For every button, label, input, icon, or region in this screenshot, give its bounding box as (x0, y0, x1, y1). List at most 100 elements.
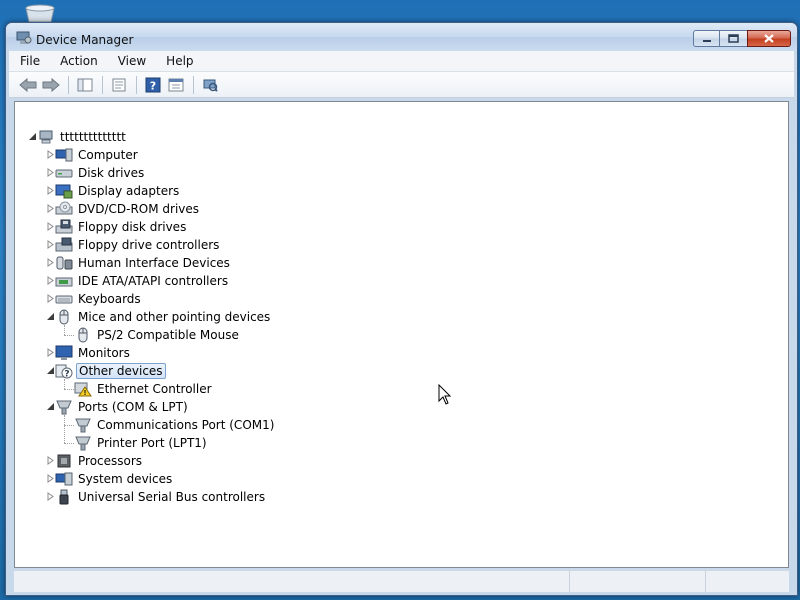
close-button[interactable] (747, 30, 791, 47)
floppy-controller-icon (55, 237, 73, 253)
dvd-drive-icon (55, 201, 73, 217)
close-icon (764, 34, 774, 43)
tree-node-other-devices[interactable]: ? Other devices (55, 362, 166, 380)
expand-arrow-icon[interactable] (46, 240, 55, 249)
tree-node-system-devices[interactable]: System devices (55, 470, 174, 488)
disk-drive-icon (55, 165, 73, 181)
tree-node-mice-and-other-pointing-devices[interactable]: Mice and other pointing devices (55, 308, 272, 326)
tree-node-printer-port-lpt1[interactable]: Printer Port (LPT1) (74, 434, 209, 452)
tree-node-label: System devices (78, 472, 173, 486)
collapse-arrow-icon[interactable] (46, 366, 55, 375)
tree-node-keyboards[interactable]: Keyboards (55, 290, 143, 308)
minimize-button[interactable] (693, 30, 719, 47)
expand-arrow-icon[interactable] (46, 294, 55, 303)
back-button[interactable] (17, 75, 39, 95)
back-arrow-icon (19, 77, 37, 92)
tree-node-dvd-cd-rom-drives[interactable]: DVD/CD-ROM drives (55, 200, 201, 218)
expand-arrow-icon[interactable] (46, 186, 55, 195)
port-icon (55, 399, 73, 415)
status-bar-pane (14, 571, 570, 592)
device-manager-window: Device Manager File Action View Help ? t… (5, 22, 798, 596)
maximize-icon (728, 34, 739, 43)
expand-arrow-icon[interactable] (46, 456, 55, 465)
show-hide-tree-icon (77, 78, 93, 91)
tree-node-label: IDE ATA/ATAPI controllers (78, 274, 229, 288)
recycle-bin-icon[interactable] (22, 0, 58, 23)
status-bar-pane (706, 571, 789, 592)
device-manager-icon (16, 31, 32, 45)
show-hide-tree-button[interactable] (74, 75, 96, 95)
tree-node-human-interface-devices[interactable]: Human Interface Devices (55, 254, 232, 272)
menu-bar: File Action View Help (9, 51, 794, 72)
help-button[interactable]: ? (142, 75, 164, 95)
tree-node-label: Mice and other pointing devices (78, 310, 271, 324)
tree-connector (64, 415, 65, 443)
collapse-arrow-icon[interactable] (46, 402, 55, 411)
device-tree-panel[interactable]: tttttttttttttt Computer Disk drives Display… (14, 101, 789, 568)
tree-node-label: Other devices (76, 363, 166, 379)
tree-node-label: Ports (COM & LPT) (78, 400, 188, 414)
tree-node-label: Computer (78, 148, 138, 162)
tree-connector (64, 425, 74, 426)
tree-node-disk-drives[interactable]: Disk drives (55, 164, 146, 182)
scan-hardware-button[interactable] (199, 75, 221, 95)
tree-node-computer[interactable]: Computer (55, 146, 140, 164)
computer-icon (55, 147, 73, 163)
tree-node-label: Communications Port (COM1) (97, 418, 275, 432)
tree-node-ide-ata-atapi-controllers[interactable]: IDE ATA/ATAPI controllers (55, 272, 230, 290)
forward-button[interactable] (40, 75, 62, 95)
expand-arrow-icon[interactable] (46, 492, 55, 501)
tree-connector (64, 443, 74, 444)
display-adapter-icon (55, 183, 73, 199)
properties-icon (112, 78, 126, 91)
tree-node-label: Floppy disk drives (78, 220, 187, 234)
keyboard-icon (55, 291, 73, 307)
tree-node-label: tttttttttttttt (60, 130, 126, 144)
expand-arrow-icon[interactable] (46, 168, 55, 177)
tree-node-floppy-disk-drives[interactable]: Floppy disk drives (55, 218, 188, 236)
tree-root[interactable]: tttttttttttttt (37, 128, 128, 146)
menu-action[interactable]: Action (49, 51, 107, 71)
tree-node-ethernet-controller[interactable]: Ethernet Controller (74, 380, 214, 398)
caption-buttons (693, 30, 791, 47)
menu-view[interactable]: View (107, 51, 155, 71)
tree-node-ps-2-compatible-mouse[interactable]: PS/2 Compatible Mouse (74, 326, 241, 344)
expand-arrow-icon[interactable] (46, 276, 55, 285)
tree-node-label: PS/2 Compatible Mouse (97, 328, 239, 342)
port-icon (74, 417, 92, 433)
toolbar-separator (136, 75, 137, 94)
floppy-drive-icon (55, 219, 73, 235)
expand-arrow-icon[interactable] (46, 150, 55, 159)
tree-node-label: Monitors (78, 346, 130, 360)
expand-arrow-icon[interactable] (46, 222, 55, 231)
maximize-button[interactable] (719, 30, 747, 47)
menu-help[interactable]: Help (155, 51, 202, 71)
collapse-arrow-icon[interactable] (46, 312, 55, 321)
tree-node-display-adapters[interactable]: Display adapters (55, 182, 181, 200)
processor-icon (55, 453, 73, 469)
expand-arrow-icon[interactable] (46, 348, 55, 357)
tree-connector (64, 379, 65, 389)
toolbar-separator (193, 75, 194, 94)
expand-arrow-icon[interactable] (46, 204, 55, 213)
expand-arrow-icon[interactable] (46, 474, 55, 483)
tree-node-monitors[interactable]: Monitors (55, 344, 132, 362)
tree-node-label: Printer Port (LPT1) (97, 436, 207, 450)
update-driver-button[interactable] (165, 75, 187, 95)
menu-file[interactable]: File (9, 51, 49, 71)
tree-node-floppy-drive-controllers[interactable]: Floppy drive controllers (55, 236, 221, 254)
tree-node-label: Floppy drive controllers (78, 238, 220, 252)
tree-node-universal-serial-bus-controllers[interactable]: Universal Serial Bus controllers (55, 488, 267, 506)
tree-connector (64, 325, 65, 335)
expand-arrow-icon[interactable] (46, 258, 55, 267)
root-computer-icon (37, 129, 55, 145)
ide-controller-icon (55, 273, 73, 289)
device-tree[interactable]: tttttttttttttt Computer Disk drives Display… (15, 102, 788, 567)
tree-node-label: Ethernet Controller (97, 382, 212, 396)
collapse-arrow-icon[interactable] (28, 132, 37, 141)
tree-node-processors[interactable]: Processors (55, 452, 144, 470)
properties-button[interactable] (108, 75, 130, 95)
tree-node-ports-com-lpt[interactable]: Ports (COM & LPT) (55, 398, 190, 416)
tree-node-communications-port-com1[interactable]: Communications Port (COM1) (74, 416, 276, 434)
title-bar[interactable]: Device Manager (6, 23, 797, 51)
